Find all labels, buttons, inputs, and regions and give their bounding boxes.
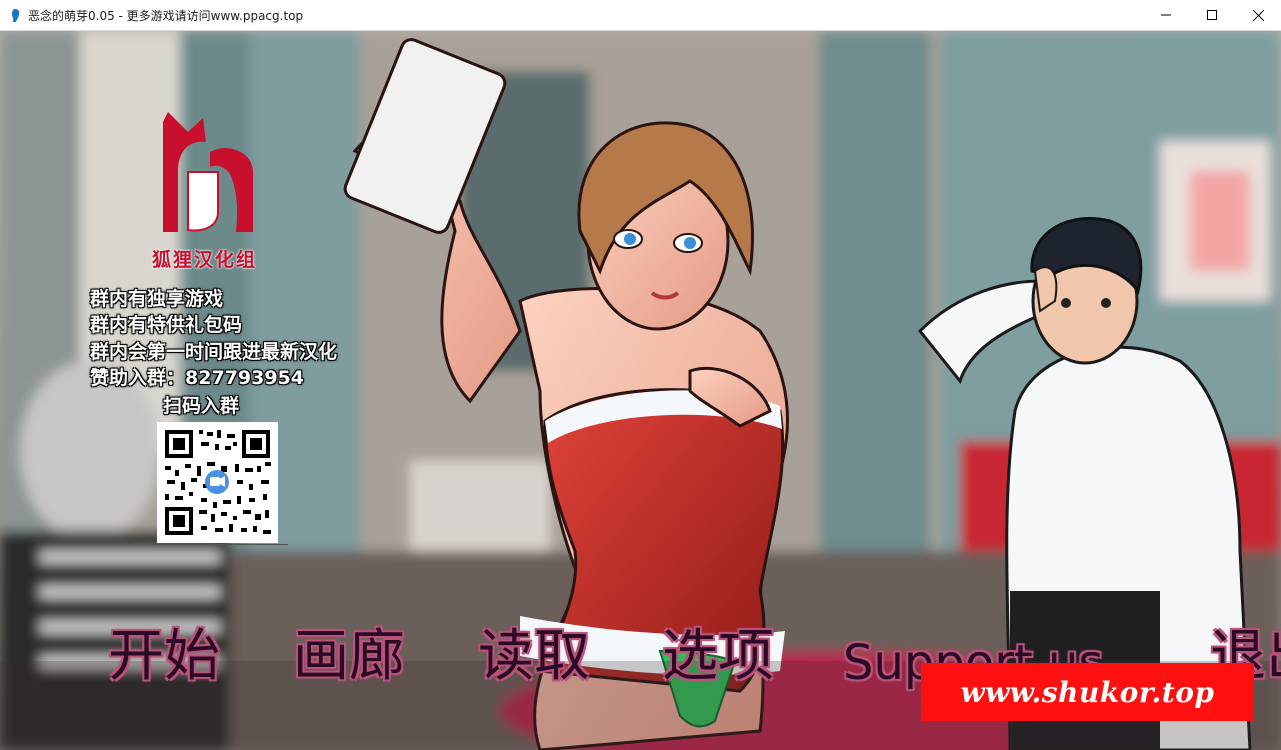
maximize-icon: [1207, 10, 1217, 20]
sponsor-line-2: 群内有特供礼包码: [90, 314, 243, 336]
close-button[interactable]: [1235, 0, 1281, 30]
watermark-text: www.shukor.top: [960, 675, 1215, 709]
sponsor-line-1: 群内有独享游戏: [90, 288, 224, 310]
menu-start[interactable]: 开始: [108, 629, 220, 685]
scan-label: 扫码入群: [163, 395, 240, 417]
window-titlebar: 恶念的萌芽0.05 - 更多游戏请访问www.ppacg.top: [0, 0, 1281, 31]
fox-logo-text: 狐狸汉化组: [152, 249, 258, 271]
site-watermark: www.shukor.top: [921, 663, 1254, 721]
fox-logo: [163, 112, 253, 232]
minimize-button[interactable]: [1143, 0, 1189, 30]
qr-divider: [150, 544, 288, 545]
close-icon: [1252, 9, 1264, 21]
qr-code[interactable]: [157, 422, 278, 543]
menu-gallery[interactable]: 画廊: [293, 629, 405, 685]
sponsor-line-4: 赞助入群：827793954: [90, 367, 304, 389]
menu-load[interactable]: 读取: [478, 629, 590, 685]
app-icon: [12, 9, 20, 22]
maximize-button[interactable]: [1189, 0, 1235, 30]
menu-options[interactable]: 选项: [662, 629, 774, 685]
game-viewport[interactable]: 狐狸汉化组 群内有独享游戏 群内有特供礼包码 群内会第一时间跟进最新汉化 赞助入…: [0, 31, 1281, 750]
sponsor-line-3: 群内会第一时间跟进最新汉化: [90, 341, 338, 363]
window-title: 恶念的萌芽0.05 - 更多游戏请访问www.ppacg.top: [28, 9, 304, 23]
minimize-icon: [1161, 14, 1171, 16]
